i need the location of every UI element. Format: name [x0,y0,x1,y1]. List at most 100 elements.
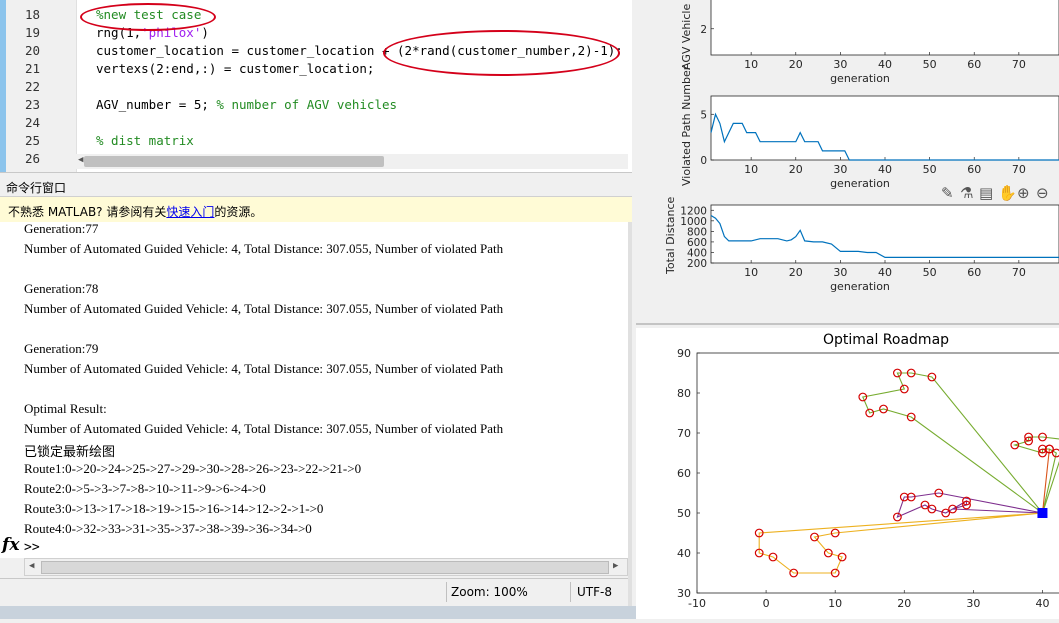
info-suffix: 的资源。 [214,205,262,219]
edit-plot-icon[interactable]: ✎ [941,184,954,202]
code-comment: % number of AGV vehicles [216,97,397,112]
code-editor[interactable]: 181920212223242526 %new test caserng(1,'… [0,0,632,173]
x-axis-label: generation [830,177,890,190]
axes-box [697,353,1059,593]
code-comment: % dist matrix [96,133,194,148]
x-tick-label: 40 [1035,597,1049,610]
output-line: Optimal Result: [24,401,107,417]
output-line: Number of Automated Guided Vehicle: 4, T… [24,301,503,317]
legend-icon[interactable]: ▤ [979,184,993,202]
x-tick-label: 40 [878,163,892,176]
encoding-status: UTF-8 [570,582,631,602]
subplot-1: 1020304050607024generation [700,0,1059,85]
depot-marker [1037,508,1047,518]
x-tick-label: 20 [789,266,803,279]
command-prompt[interactable]: >> [24,540,40,555]
x-tick-label: 30 [833,163,847,176]
y-tick-label: 90 [677,347,691,360]
y-tick-label: 0 [700,155,707,167]
figure-roadmap[interactable]: Optimal Roadmap-100102030403040506070809… [636,328,1059,619]
x-tick-label: 50 [923,163,937,176]
x-tick-label: 20 [789,58,803,71]
line-number: 25 [0,133,40,148]
scroll-right-icon[interactable]: ▶ [613,561,618,571]
optimal-roadmap-plot: Optimal Roadmap-100102030403040506070809… [636,328,1059,619]
chart-title: Optimal Roadmap [823,332,949,348]
x-tick-label: 10 [744,266,758,279]
line-number: 26 [0,151,40,166]
x-tick-label: 10 [744,163,758,176]
y-tick-label: 200 [687,258,707,270]
scroll-left-icon[interactable]: ◀ [29,561,34,571]
command-window-header: 命令行窗口 [0,176,632,197]
convergence-plots: 1020304050607024generation10203040506070… [636,0,1059,325]
line-number: 19 [0,25,40,40]
output-line: Route4:0->32->33->31->35->37->38->39->36… [24,521,312,537]
pan-icon[interactable]: ✋ [998,184,1017,202]
x-tick-label: 0 [763,597,770,610]
axes-box [711,205,1059,263]
y-tick-label: 800 [687,226,707,238]
output-line: Generation:79 [24,341,98,357]
zoom-in-icon[interactable]: ⊕ [1017,184,1030,202]
command-horizontal-scrollbar[interactable]: ◀ ▶ [24,558,628,576]
x-tick-label: 60 [967,163,981,176]
line-number: 21 [0,61,40,76]
output-line: Number of Automated Guided Vehicle: 4, T… [24,361,503,377]
line-number: 18 [0,7,40,22]
x-tick-label: 40 [878,58,892,71]
output-line: Route3:0->13->17->18->19->15->16->14->12… [24,501,323,517]
output-line: Number of Automated Guided Vehicle: 4, T… [24,421,503,437]
x-tick-label: 40 [878,266,892,279]
brush-icon[interactable]: ⚗ [960,184,973,202]
subplot-2: 10 20 30 40 50 60 70 0 5 generation [700,96,1059,190]
axes-box [711,96,1059,160]
status-bar: Zoom: 100% UTF-8 [0,578,632,607]
line-number: 20 [0,43,40,58]
output-line: Generation:77 [24,221,98,237]
y-tick-label: 1200 [680,205,707,217]
y-axis-label: Total Distance [664,196,677,275]
figure-convergence[interactable]: 1020304050607024generation10203040506070… [636,0,1059,325]
y-tick-label: 80 [677,387,691,400]
code-line[interactable]: AGV_number = 5; % number of AGV vehicles [96,97,397,112]
x-tick-label: 30 [966,597,980,610]
x-tick-label: 20 [789,163,803,176]
x-tick-label: 70 [1012,163,1026,176]
output-line: Route2:0->5->3->7->8->10->11->9->6->4->0 [24,481,266,497]
x-tick-label: 30 [833,266,847,279]
x-axis-label: generation [830,72,890,85]
y-tick-label: 70 [677,427,691,440]
y-tick-label: 50 [677,507,691,520]
editor-scroll-thumb[interactable] [84,156,384,167]
output-line: Route1:0->20->24->25->27->29->30->28->26… [24,461,361,477]
code-line[interactable]: vertexs(2:end,:) = customer_location; [96,61,374,76]
y-tick-label: 2 [700,24,707,36]
command-window-title: 命令行窗口 [6,179,66,196]
y-axis-label: Violated Path Number [680,65,693,186]
fx-icon[interactable]: fx [2,535,19,555]
y-tick-label: 1000 [680,216,707,228]
quick-start-link[interactable]: 快速入门 [166,205,214,219]
x-tick-label: 30 [833,58,847,71]
zoom-out-icon[interactable]: ⊖ [1036,184,1049,202]
scroll-left-icon[interactable]: ◀ [78,155,83,165]
splitter[interactable] [628,222,632,606]
output-line: 已锁定最新绘图 [24,441,115,460]
code-text: AGV_number = 5; [96,97,216,112]
x-tick-label: 70 [1012,266,1026,279]
x-tick-label: 60 [967,58,981,71]
x-tick-label: 10 [828,597,842,610]
y-tick-label: 5 [700,109,707,121]
line-number: 23 [0,97,40,112]
command-scroll-thumb[interactable] [41,561,609,574]
x-axis-label: generation [830,280,890,293]
output-line: Number of Automated Guided Vehicle: 4, T… [24,241,503,257]
x-tick-label: 20 [897,597,911,610]
code-text: ) [201,25,209,40]
info-prefix: 不熟悉 MATLAB? 请参阅有关 [8,205,166,219]
command-output-area[interactable]: Generation:77 Number of Automated Guided … [0,222,628,558]
output-line: Generation:78 [24,281,98,297]
x-tick-label: 50 [923,266,937,279]
code-line[interactable]: % dist matrix [96,133,194,148]
